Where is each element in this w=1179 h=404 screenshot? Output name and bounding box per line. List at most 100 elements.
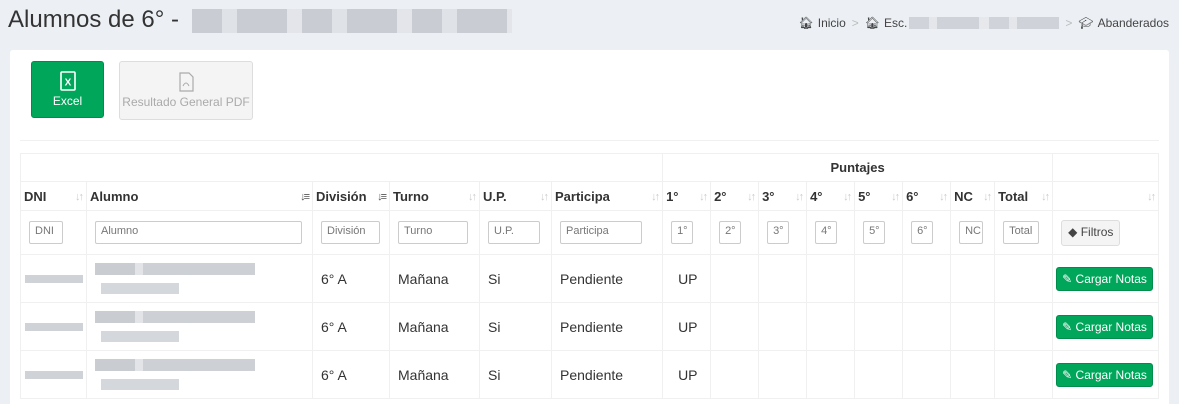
col-p3[interactable]: 3° ↓↑ — [758, 181, 808, 211]
filter-p4-input[interactable]: 4° — [815, 221, 838, 244]
home-icon: 🏠︎ — [798, 16, 814, 30]
p3-cell — [758, 254, 808, 303]
filter-total-input[interactable]: Total — [1003, 221, 1040, 244]
breadcrumb-abanderados: Abanderados — [1097, 16, 1169, 30]
filter-division-input[interactable]: División — [321, 221, 380, 244]
filter-row: DNI Alumno División Turno U.P. Participa… — [20, 210, 1160, 255]
p6-cell — [902, 350, 952, 399]
filter-participa-input[interactable]: Participa — [560, 221, 642, 244]
breadcrumb-separator: > — [1065, 16, 1073, 30]
division-cell: 6° A — [312, 254, 390, 303]
sort-icon: ↓↑ — [747, 191, 756, 203]
filter-turno-input[interactable]: Turno — [398, 221, 468, 244]
sort-icon: ↓↑ — [891, 191, 900, 203]
p3-cell — [758, 350, 808, 399]
redacted-name — [95, 311, 255, 323]
col-dni[interactable]: DNI ↓↑ — [20, 181, 87, 211]
sort-icon: ↓↑ — [843, 191, 852, 203]
up-cell: Si — [479, 302, 552, 351]
p4-cell — [806, 254, 856, 303]
col-up[interactable]: U.P. ↓↑ — [479, 181, 552, 211]
breadcrumb-separator: > — [851, 16, 859, 30]
filter-up-input[interactable]: U.P. — [488, 221, 540, 244]
sort-icon: ↓↑ — [1041, 191, 1050, 203]
filter-dni-input[interactable]: DNI — [29, 221, 63, 244]
p1-cell: UP — [662, 254, 712, 303]
total-cell — [994, 350, 1054, 399]
up-cell: Si — [479, 350, 552, 399]
nc-cell — [950, 350, 996, 399]
sort-icon: ↓↑ — [468, 191, 477, 203]
pdf-label: Resultado General PDF — [122, 95, 250, 109]
col-participa[interactable]: Participa ↓↑ — [550, 181, 664, 211]
division-cell: 6° A — [312, 350, 390, 399]
excel-label: Excel — [52, 94, 83, 108]
sort-icon: ↓↑ — [699, 191, 708, 203]
filter-p3-input[interactable]: 3° — [767, 221, 790, 244]
redacted-dni — [25, 274, 83, 283]
redacted-name — [101, 283, 179, 294]
file-pdf-icon — [179, 72, 194, 92]
col-p1[interactable]: 1° ↓↑ — [662, 181, 712, 211]
division-cell: 6° A — [312, 302, 390, 351]
filter-nc-input[interactable]: NC — [959, 221, 984, 244]
puntajes-header: Puntajes — [662, 153, 1054, 182]
breadcrumb-inicio[interactable]: Inicio — [818, 16, 846, 30]
sort-icon: ↓↑ — [540, 191, 549, 203]
redacted-school — [909, 17, 1060, 29]
col-p4[interactable]: 4° ↓↑ — [806, 181, 856, 211]
redacted-name — [101, 331, 179, 342]
redacted-school-name — [191, 8, 512, 33]
col-p2[interactable]: 2° ↓↑ — [710, 181, 760, 211]
content-box: X Excel Resultado General PDF Puntajes D… — [10, 50, 1169, 404]
redacted-name — [95, 359, 255, 371]
p3-cell — [758, 302, 808, 351]
nc-cell — [950, 254, 996, 303]
pencil-icon: ✎ — [1062, 271, 1073, 286]
redacted-dni — [25, 370, 83, 379]
sort-icon: ↓↑ — [75, 191, 84, 203]
cargar-notas-button[interactable]: ✎ Cargar Notas — [1056, 314, 1153, 339]
p6-cell — [902, 254, 952, 303]
participa-cell: Pendiente — [550, 254, 664, 303]
graduation-cap-icon: 🎓︎ — [1078, 16, 1094, 30]
col-nc[interactable]: NC ↓↑ — [950, 181, 996, 211]
group-header-row: Puntajes — [19, 153, 1160, 182]
table-row: 6° A Mañana Si Pendiente UP ✎ Cargar Not… — [20, 302, 1160, 351]
column-header-row: DNI ↓↑ Alumno ↓≡ División ↓≡ Turno ↓↑ U.P. ↓↑… — [20, 181, 1160, 211]
turno-cell: Mañana — [389, 254, 480, 303]
p4-cell — [806, 350, 856, 399]
col-p6[interactable]: 6° ↓↑ — [902, 181, 952, 211]
file-excel-icon: X — [59, 71, 76, 91]
group-header-empty — [1052, 153, 1160, 182]
col-total[interactable]: Total ↓↑ — [994, 181, 1054, 211]
breadcrumb-school[interactable]: Esc. — [884, 16, 907, 30]
filter-p5-input[interactable]: 5° — [863, 221, 886, 244]
filter-p2-input[interactable]: 2° — [719, 221, 742, 244]
export-toolbar: X Excel Resultado General PDF — [31, 61, 253, 120]
filter-alumno-input[interactable]: Alumno — [95, 221, 302, 244]
students-table: Puntajes DNI ↓↑ Alumno ↓≡ División ↓≡ Turno… — [19, 153, 1160, 399]
cargar-notas-button[interactable]: ✎ Cargar Notas — [1056, 266, 1153, 291]
excel-export-button[interactable]: X Excel — [31, 61, 104, 118]
divider — [20, 140, 1159, 141]
nc-cell — [950, 302, 996, 351]
table-row: 6° A Mañana Si Pendiente UP ✎ Cargar Not… — [20, 254, 1160, 303]
page-title: Alumnos de 6° - — [8, 6, 512, 34]
redacted-name — [95, 263, 255, 275]
col-p5[interactable]: 5° ↓↑ — [854, 181, 904, 211]
col-turno[interactable]: Turno ↓↑ — [389, 181, 480, 211]
redacted-name — [101, 379, 179, 390]
filter-p6-input[interactable]: 6° — [911, 221, 934, 244]
pdf-export-button[interactable]: Resultado General PDF — [119, 61, 253, 120]
p2-cell — [710, 254, 760, 303]
cargar-notas-button[interactable]: ✎ Cargar Notas — [1056, 362, 1153, 387]
col-alumno[interactable]: Alumno ↓≡ — [86, 181, 313, 211]
filters-button[interactable]: ◆ Filtros — [1061, 219, 1121, 246]
filter-p1-input[interactable]: 1° — [671, 221, 694, 244]
pencil-icon: ✎ — [1062, 367, 1073, 382]
turno-cell: Mañana — [389, 350, 480, 399]
page-title-text: Alumnos de 6° - — [8, 6, 180, 33]
sort-icon: ↓↑ — [939, 191, 948, 203]
col-division[interactable]: División ↓≡ — [312, 181, 390, 211]
